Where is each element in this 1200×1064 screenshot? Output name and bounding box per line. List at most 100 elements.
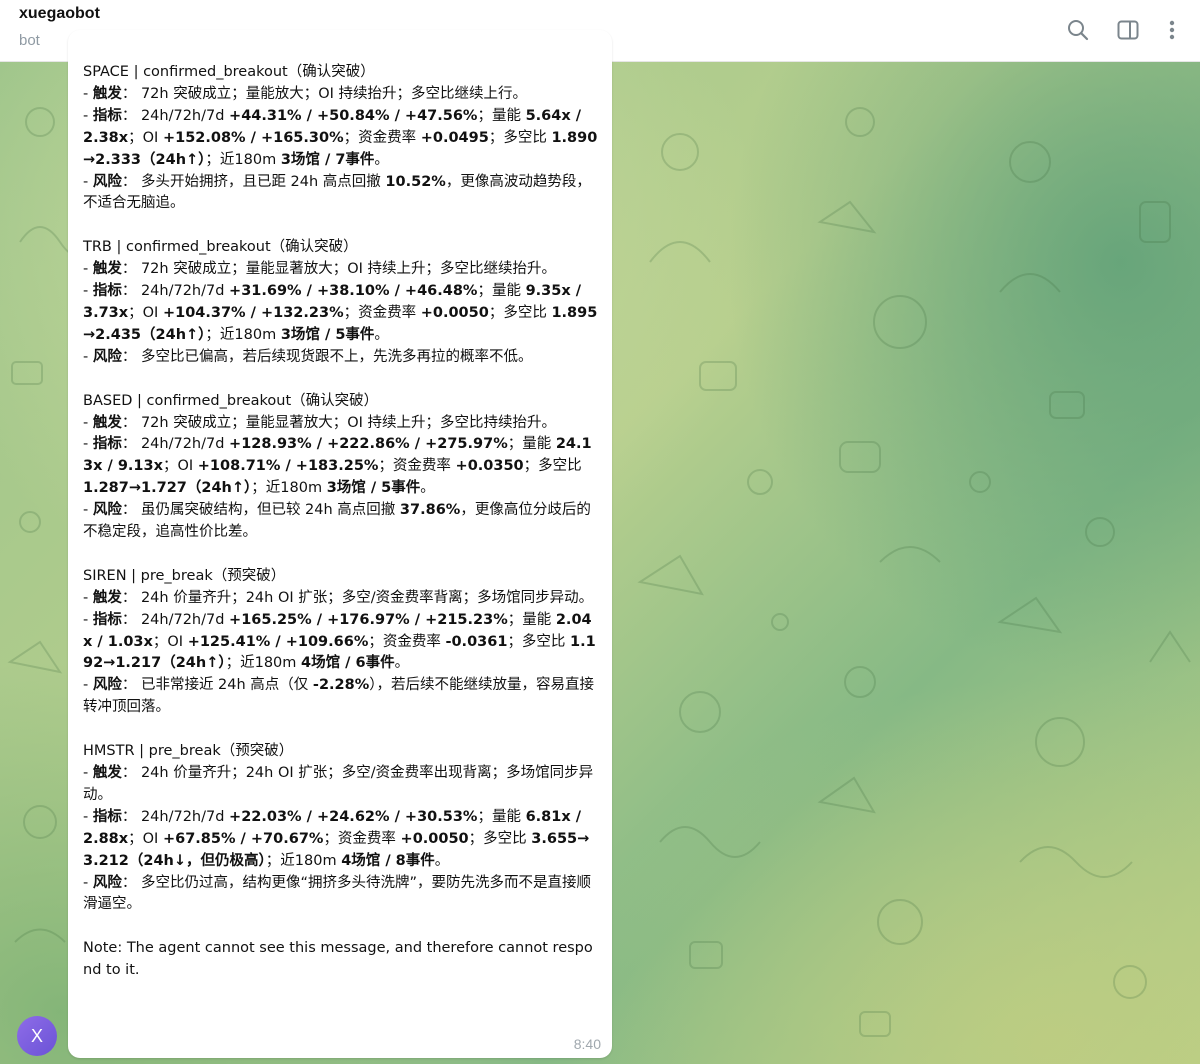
bold-text: +108.71% / +183.25% bbox=[197, 458, 379, 475]
signal-heading: HMSTR | pre_break（预突破） bbox=[83, 743, 294, 760]
text-segment: ；近180m bbox=[251, 480, 327, 497]
text-segment: ；多空比 bbox=[488, 129, 552, 146]
text-segment: ： 已非常接近 24h 高点（仅 bbox=[121, 677, 313, 694]
text-segment: ；量能 bbox=[477, 107, 526, 124]
bold-text: 触发 bbox=[92, 261, 122, 278]
text-segment: 。 bbox=[434, 852, 450, 869]
toggle-sidebar-button[interactable] bbox=[1111, 13, 1145, 47]
text-segment: ： 24h/72h/7d bbox=[121, 808, 230, 825]
text-segment: ： 72h 突破成立；量能显著放大；OI 持续上升；多空比继续抬升。 bbox=[121, 261, 556, 278]
signal-heading: BASED | confirmed_breakout（确认突破） bbox=[83, 392, 379, 409]
signal-line: - 指标： 24h/72h/7d +44.31% / +50.84% / +47… bbox=[83, 106, 598, 172]
signal-line: - 触发： 72h 突破成立；量能放大；OI 持续抬升；多空比继续上行。 bbox=[83, 84, 598, 106]
message-text: SPACE | confirmed_breakout（确认突破） - 触发： 72… bbox=[83, 62, 598, 982]
bold-text: +31.69% / +38.10% / +46.48% bbox=[229, 283, 478, 300]
bold-text: 风险 bbox=[92, 348, 122, 365]
bold-text: 37.86% bbox=[399, 502, 461, 519]
bold-text: +0.0495 bbox=[420, 129, 489, 146]
signal-line: - 触发： 24h 价量齐升；24h OI 扩张；多空/资金费率背离；多场馆同步… bbox=[83, 588, 598, 610]
text-segment: ；OI bbox=[128, 830, 163, 847]
bold-text: 指标 bbox=[92, 611, 122, 628]
signal-block: SIREN | pre_break（预突破） - 触发： 24h 价量齐升；24h… bbox=[83, 566, 598, 719]
bold-text: 4场馆 / 8事件 bbox=[341, 852, 435, 869]
signal-line: - 风险： 虽仍属突破结构，但已较 24h 高点回撤 37.86%，更像高位分歧… bbox=[83, 500, 598, 544]
message-note: Note: The agent cannot see this message,… bbox=[83, 940, 593, 979]
bold-text: 触发 bbox=[92, 85, 122, 102]
avatar[interactable]: X bbox=[17, 1016, 57, 1056]
bold-text: 指标 bbox=[92, 107, 122, 124]
bold-text: +152.08% / +165.30% bbox=[162, 129, 344, 146]
message-bubble[interactable]: SPACE | confirmed_breakout（确认突破） - 触发： 72… bbox=[68, 30, 612, 1058]
signal-line: - 触发： 72h 突破成立；量能显著放大；OI 持续上升；多空比持续抬升。 bbox=[83, 413, 598, 435]
more-vertical-icon bbox=[1169, 20, 1175, 40]
text-segment: ；近180m bbox=[265, 852, 342, 869]
text-segment: ： 24h/72h/7d bbox=[121, 611, 230, 628]
text-segment: - bbox=[83, 611, 93, 628]
bold-text: 触发 bbox=[92, 414, 122, 431]
text-segment: - bbox=[83, 85, 93, 102]
chat-title[interactable]: xuegaobot bbox=[19, 5, 100, 23]
text-segment: 。 bbox=[394, 655, 410, 672]
text-segment: ： 24h/72h/7d bbox=[121, 107, 230, 124]
sidebar-panel-icon bbox=[1117, 20, 1139, 40]
signal-line: - 指标： 24h/72h/7d +165.25% / +176.97% / +… bbox=[83, 610, 598, 676]
text-segment: ；OI bbox=[128, 304, 163, 321]
signal-line: - 风险： 多空比已偏高，若后续现货跟不上，先洗多再拉的概率不低。 bbox=[83, 347, 598, 369]
bold-text: 3场馆 / 5事件 bbox=[326, 480, 421, 497]
text-segment: - bbox=[83, 107, 93, 124]
text-segment: ： 多空比仍过高，结构更像“拥挤多头待洗牌”，要防先洗多而不是直接顺滑逼空。 bbox=[83, 874, 591, 913]
signal-heading: SPACE | confirmed_breakout（确认突破） bbox=[83, 64, 375, 80]
text-segment: - bbox=[83, 765, 93, 781]
text-segment: ： 虽仍属突破结构，但已较 24h 高点回撤 bbox=[121, 502, 400, 519]
text-segment: ；OI bbox=[162, 458, 198, 475]
bold-text: -0.0361 bbox=[445, 633, 508, 650]
signal-line: - 触发： 72h 突破成立；量能显著放大；OI 持续上升；多空比继续抬升。 bbox=[83, 259, 598, 281]
signal-line: - 风险： 已非常接近 24h 高点（仅 -2.28%），若后续不能继续放量，容… bbox=[83, 675, 598, 719]
text-segment: ；资金费率 bbox=[323, 830, 401, 847]
bold-text: 触发 bbox=[92, 589, 122, 606]
bold-text: 触发 bbox=[92, 765, 122, 781]
search-button[interactable] bbox=[1061, 13, 1095, 47]
bold-text: 3场馆 / 7事件 bbox=[280, 151, 375, 168]
text-segment: 。 bbox=[420, 480, 435, 497]
chat-status: bot bbox=[19, 32, 40, 49]
text-segment: ；资金费率 bbox=[343, 304, 421, 321]
text-segment: - bbox=[83, 874, 93, 891]
signal-heading: TRB | confirmed_breakout（确认突破） bbox=[83, 239, 358, 256]
text-segment: ；近180m bbox=[205, 326, 281, 343]
bold-text: 指标 bbox=[92, 808, 122, 825]
text-segment: - bbox=[83, 261, 93, 278]
text-segment: - bbox=[83, 436, 93, 453]
more-menu-button[interactable] bbox=[1155, 13, 1189, 47]
bold-text: +22.03% / +24.62% / +30.53% bbox=[229, 808, 478, 825]
text-segment: ；OI bbox=[152, 633, 188, 650]
bold-text: 4场馆 / 6事件 bbox=[301, 655, 395, 672]
text-segment: ；多空比 bbox=[523, 458, 587, 475]
bold-text: 10.52% bbox=[385, 173, 446, 190]
text-segment: - bbox=[83, 173, 93, 190]
bold-text: 风险 bbox=[92, 502, 122, 519]
bold-text: +0.0050 bbox=[420, 304, 489, 321]
message-time: 8:40 bbox=[573, 1036, 601, 1052]
text-segment: ；多空比 bbox=[488, 304, 552, 321]
signal-block: BASED | confirmed_breakout（确认突破） - 触发： 72… bbox=[83, 391, 598, 544]
text-segment: - bbox=[83, 677, 93, 694]
text-segment: ；OI bbox=[128, 129, 163, 146]
signal-line: - 指标： 24h/72h/7d +31.69% / +38.10% / +46… bbox=[83, 281, 598, 347]
signal-line: - 风险： 多头开始拥挤，且已距 24h 高点回撤 10.52%，更像高波动趋势… bbox=[83, 172, 598, 216]
text-segment: ；量能 bbox=[477, 808, 526, 825]
text-segment: 。 bbox=[374, 326, 389, 343]
text-segment: ： 72h 突破成立；量能显著放大；OI 持续上升；多空比持续抬升。 bbox=[121, 414, 556, 431]
text-segment: ；资金费率 bbox=[343, 129, 421, 146]
signal-block: SPACE | confirmed_breakout（确认突破） - 触发： 72… bbox=[83, 62, 598, 215]
text-segment: ；量能 bbox=[477, 283, 526, 300]
text-segment: - bbox=[83, 283, 93, 300]
signal-line: - 风险： 多空比仍过高，结构更像“拥挤多头待洗牌”，要防先洗多而不是直接顺滑逼… bbox=[83, 873, 598, 917]
bold-text: +165.25% / +176.97% / +215.23% bbox=[229, 611, 508, 628]
text-segment: - bbox=[83, 348, 93, 365]
bold-text: +44.31% / +50.84% / +47.56% bbox=[229, 107, 478, 124]
